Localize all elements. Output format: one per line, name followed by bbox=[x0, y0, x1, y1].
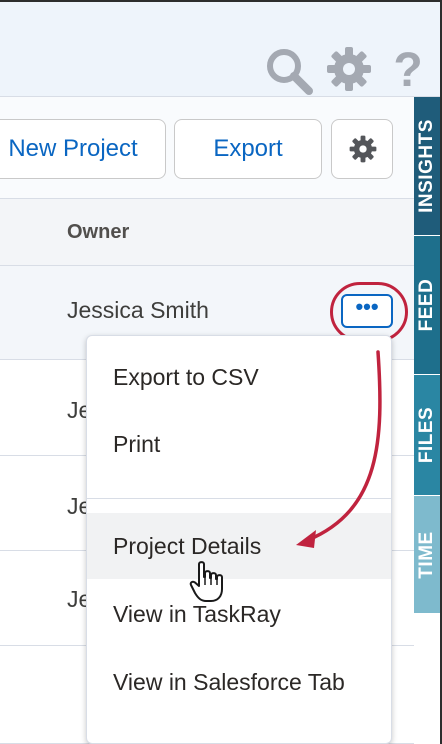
row-actions-more-button[interactable]: ••• bbox=[341, 294, 393, 328]
menu-item-view-in-salesforce-tab[interactable]: View in Salesforce Tab bbox=[87, 649, 391, 715]
top-bar: ? bbox=[0, 2, 440, 97]
menu-divider bbox=[87, 498, 391, 499]
side-tab-label: INSIGHTS bbox=[416, 119, 437, 213]
owner-cell: Jessica Smith bbox=[67, 297, 209, 323]
menu-item-view-in-taskray[interactable]: View in TaskRay bbox=[87, 581, 391, 647]
menu-item-export-csv[interactable]: Export to CSV bbox=[87, 344, 391, 410]
side-tab-label: FILES bbox=[416, 406, 437, 464]
export-button[interactable]: Export bbox=[174, 119, 322, 179]
settings-gear-icon[interactable] bbox=[326, 46, 372, 92]
side-tab-time[interactable]: TIME bbox=[414, 496, 440, 613]
gear-icon bbox=[349, 135, 377, 163]
side-tabs: INSIGHTS FEED FILES TIME bbox=[414, 97, 440, 613]
row-actions-menu: Export to CSV Print Project Details View… bbox=[86, 335, 392, 744]
hand-cursor-icon bbox=[189, 561, 223, 602]
new-project-button[interactable]: New Project bbox=[0, 119, 166, 179]
menu-item-project-details[interactable]: Project Details bbox=[87, 513, 391, 579]
list-settings-button[interactable] bbox=[331, 119, 393, 179]
search-icon[interactable] bbox=[264, 46, 314, 96]
side-tab-label: FEED bbox=[416, 278, 437, 332]
help-icon[interactable]: ? bbox=[388, 46, 428, 96]
side-tab-feed[interactable]: FEED bbox=[414, 236, 440, 374]
side-tab-files[interactable]: FILES bbox=[414, 375, 440, 495]
owner-column-header[interactable]: Owner bbox=[67, 221, 129, 244]
menu-item-print[interactable]: Print bbox=[87, 411, 391, 477]
toolbar: New Project Export bbox=[0, 97, 414, 199]
side-tab-label: TIME bbox=[416, 530, 437, 579]
side-tab-insights[interactable]: INSIGHTS bbox=[414, 97, 440, 235]
table-header-row: Owner bbox=[0, 199, 414, 266]
